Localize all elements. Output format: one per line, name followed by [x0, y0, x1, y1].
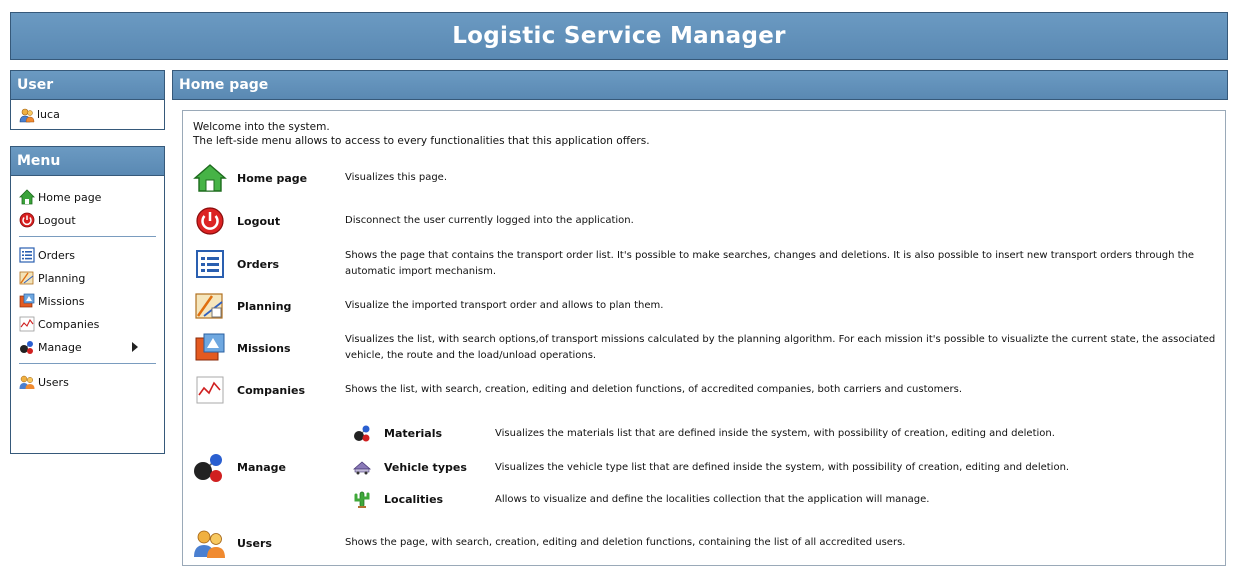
feature-row-companies: Companies Shows the list, with search, c… [193, 373, 962, 407]
app-title: Logistic Service Manager [452, 23, 786, 49]
menu-item-label: Home page [38, 190, 102, 204]
menu-item-users[interactable]: Users [11, 372, 164, 392]
menu-item-label: Orders [38, 248, 75, 262]
menu-item-label: Missions [38, 294, 85, 308]
users-icon [193, 526, 227, 560]
feature-label: Manage [237, 460, 286, 474]
menu-item-label: Planning [38, 271, 86, 285]
menu-item-planning[interactable]: Planning [11, 268, 164, 288]
home-icon [19, 189, 35, 205]
list-icon [193, 247, 227, 281]
menu-separator [19, 236, 156, 237]
menu-panel: Menu Home page Logout Orders Planning Mi… [10, 146, 165, 454]
user-panel: User luca [10, 70, 165, 130]
submenu-arrow-icon [132, 342, 138, 352]
chart-icon [193, 373, 227, 407]
feature-desc: Disconnect the user currently logged int… [345, 215, 634, 226]
menu-item-missions[interactable]: Missions [11, 291, 164, 311]
power-icon [19, 212, 35, 228]
feature-desc: Shows the page, with search, creation, e… [345, 537, 906, 548]
feature-label: Home page [237, 171, 308, 185]
sub-desc: Visualizes the materials list that are d… [495, 427, 1055, 439]
feature-row-logout: Logout Disconnect the user currently log… [193, 204, 634, 238]
welcome-text: Welcome into the system. The left-side m… [193, 120, 650, 148]
users-icon [19, 374, 35, 390]
feature-desc: Shows the list, with search, creation, e… [345, 384, 963, 395]
home-icon [193, 161, 227, 195]
feature-label: Logout [237, 214, 281, 228]
feature-desc: Visualizes this page. [345, 172, 448, 183]
cactus-icon [351, 488, 373, 510]
menu-title: Menu [10, 146, 165, 176]
user-panel-title: User [10, 70, 165, 100]
power-icon [193, 204, 227, 238]
menu-item-orders[interactable]: Orders [11, 245, 164, 265]
menu-item-label: Logout [38, 213, 76, 227]
feature-label: Companies [237, 383, 305, 397]
main-panel: Home page [172, 70, 1228, 100]
menu-body: Home page Logout Orders Planning Mission… [10, 176, 165, 454]
list-icon [19, 247, 35, 263]
feature-row-home: Home page Visualizes this page. [193, 161, 447, 195]
manage-sub-materials: Materials Visualizes the materials list … [351, 422, 1055, 444]
molecule-icon [193, 450, 227, 484]
menu-item-label: Users [38, 375, 69, 389]
feature-row-manage: Manage [193, 450, 286, 484]
feature-row-missions: Missions Visualizes the list, with searc… [193, 331, 1215, 365]
menu-separator [19, 363, 156, 364]
menu-item-label: Manage [38, 340, 82, 354]
chart-icon [19, 316, 35, 332]
feature-desc: Visualize the imported transport order a… [345, 300, 664, 311]
molecule-icon [19, 339, 35, 355]
feature-row-planning: Planning Visualize the imported transpor… [193, 289, 663, 323]
user-panel-body: luca [10, 100, 165, 130]
missions-icon [19, 293, 35, 309]
menu-item-companies[interactable]: Companies [11, 314, 164, 334]
welcome-line-2: The left-side menu allows to access to e… [193, 135, 650, 147]
app-header: Logistic Service Manager [10, 12, 1228, 60]
feature-label: Planning [237, 299, 292, 313]
welcome-line-1: Welcome into the system. [193, 121, 330, 133]
sub-label: Localities [384, 492, 444, 506]
sub-label: Vehicle types [384, 460, 467, 474]
feature-desc: Shows the page that contains the transpo… [345, 250, 1195, 277]
feature-label: Missions [237, 341, 291, 355]
planning-icon [193, 289, 227, 323]
feature-desc: Visualizes the list, with search options… [345, 334, 1216, 361]
menu-item-home[interactable]: Home page [11, 187, 164, 207]
feature-label: Orders [237, 257, 280, 271]
molecule-icon [351, 422, 373, 444]
menu-item-manage[interactable]: Manage [11, 337, 164, 357]
menu-item-label: Companies [38, 317, 100, 331]
content-box: Welcome into the system. The left-side m… [182, 110, 1226, 566]
truck-icon [351, 456, 373, 478]
menu-item-logout[interactable]: Logout [11, 210, 164, 230]
feature-row-users: Users Shows the page, with search, creat… [193, 526, 905, 560]
feature-row-orders: Orders Shows the page that contains the … [193, 247, 1194, 281]
user-icon [19, 107, 35, 123]
feature-label: Users [237, 536, 272, 550]
username: luca [37, 108, 60, 121]
page-title: Home page [172, 70, 1228, 100]
missions-icon [193, 331, 227, 365]
sub-desc: Allows to visualize and define the local… [495, 493, 930, 505]
manage-sub-localities: Localities Allows to visualize and defin… [351, 488, 929, 510]
manage-sub-vehicle-types: Vehicle types Visualizes the vehicle typ… [351, 456, 1069, 478]
planning-icon [19, 270, 35, 286]
sub-desc: Visualizes the vehicle type list that ar… [495, 461, 1070, 473]
sub-label: Materials [384, 426, 443, 440]
